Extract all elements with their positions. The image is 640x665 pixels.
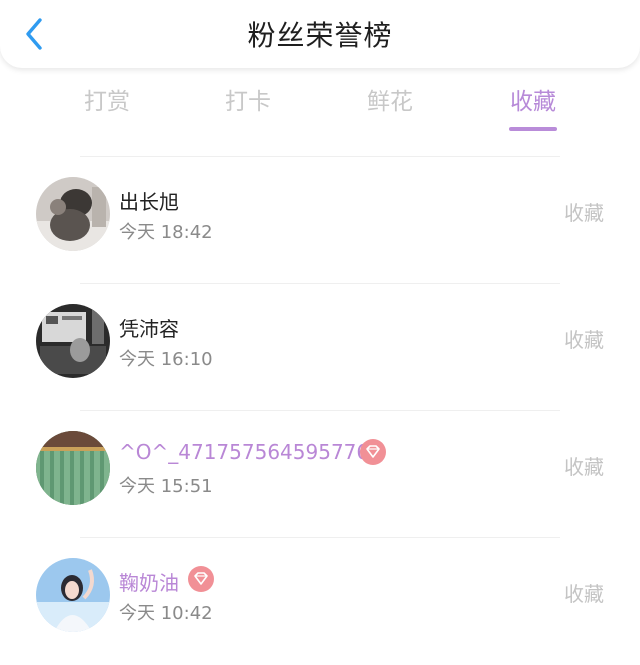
timestamp: 今天 15:51 [119,476,213,497]
action-label: 收藏 [564,455,604,479]
tab-label: 收藏 [510,89,556,115]
avatar [36,177,110,251]
active-tab-indicator [509,127,557,131]
tab-bar: 打赏 打卡 鲜花 收藏 [0,82,640,138]
tab-xianhua[interactable]: 鲜花 [335,82,445,116]
user-name: ^O^_4717575645957767 [119,440,382,464]
user-name: 出长旭 [119,190,179,214]
action-label: 收藏 [564,201,604,225]
diamond-icon [188,566,214,592]
list-item[interactable]: 凭沛容 今天 16:10 收藏 [0,284,640,411]
timestamp: 今天 18:42 [119,222,213,243]
list-item[interactable]: ^O^_4717575645957767 今天 15:51 收藏 [0,411,640,538]
avatar [36,558,110,632]
avatar [36,304,110,378]
tab-daka[interactable]: 打卡 [193,82,303,116]
list-item[interactable]: 出长旭 今天 18:42 收藏 [0,157,640,284]
user-name: 鞠奶油 [119,571,179,595]
tab-dashang[interactable]: 打赏 [52,82,162,116]
tab-shoucang[interactable]: 收藏 [478,82,588,131]
action-label: 收藏 [564,582,604,606]
diamond-icon [360,439,386,465]
avatar [36,431,110,505]
timestamp: 今天 10:42 [119,603,213,624]
list-item[interactable]: 鞠奶油 今天 10:42 收藏 [0,538,640,664]
page-title: 粉丝荣誉榜 [247,19,393,52]
action-label: 收藏 [564,328,604,352]
header-bar: 粉丝荣誉榜 [0,0,640,68]
user-name: 凭沛容 [119,317,179,341]
tab-label: 鲜花 [367,89,413,115]
timestamp: 今天 16:10 [119,349,213,370]
tab-label: 打赏 [84,89,130,115]
tab-label: 打卡 [225,89,271,115]
